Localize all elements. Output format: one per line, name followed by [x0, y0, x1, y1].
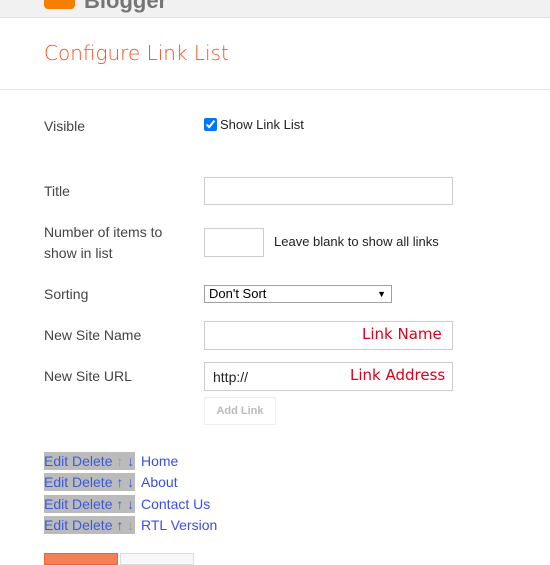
edit-link[interactable]: Edit: [44, 474, 68, 490]
add-link-button[interactable]: Add Link: [204, 397, 276, 425]
items-hint: Leave blank to show all links: [274, 234, 439, 249]
visible-checkbox[interactable]: [204, 118, 217, 131]
link-actions: Edit Delete ↑ ↓: [44, 515, 136, 534]
move-down-icon[interactable]: ↓: [127, 496, 134, 512]
move-up-icon[interactable]: ↑: [116, 517, 123, 533]
move-up-icon[interactable]: ↑: [116, 474, 123, 490]
divider: [0, 89, 550, 90]
link-list-item: Edit Delete ↑ ↓ Contact Us: [44, 494, 210, 513]
title-input[interactable]: [204, 177, 453, 205]
link-list-item: Edit Delete ↑ ↓ Home: [44, 452, 178, 470]
move-down-icon: ↓: [127, 516, 135, 533]
delete-link[interactable]: Delete: [72, 517, 112, 533]
visible-checkbox-label: Show Link List: [220, 117, 304, 132]
items-label: Number of items to show in list: [44, 222, 162, 264]
items-label-line1: Number of items to: [44, 224, 163, 240]
link-name[interactable]: RTL Version: [141, 516, 217, 534]
title-label: Title: [44, 183, 70, 199]
move-down-icon[interactable]: ↓: [127, 474, 134, 490]
move-up-icon: ↑: [116, 453, 124, 469]
move-down-icon[interactable]: ↓: [127, 453, 134, 469]
site-name-annotation: Link Name: [362, 325, 442, 343]
edit-link[interactable]: Edit: [44, 453, 68, 469]
site-url-annotation: Link Address: [350, 366, 446, 384]
visible-label: Visible: [44, 118, 85, 134]
sorting-label: Sorting: [44, 286, 89, 302]
sorting-select[interactable]: Don't Sort ▼: [204, 285, 392, 303]
items-input[interactable]: [204, 228, 264, 257]
link-actions: Edit Delete ↑ ↓: [44, 452, 136, 470]
link-list-item: Edit Delete ↑ ↓ About: [44, 473, 178, 492]
visible-checkbox-wrap[interactable]: Show Link List: [204, 117, 304, 132]
dropdown-arrow-icon: ▼: [377, 289, 386, 299]
delete-link[interactable]: Delete: [72, 474, 112, 490]
items-label-line2: show in list: [44, 245, 113, 261]
edit-link[interactable]: Edit: [44, 496, 68, 512]
delete-link[interactable]: Delete: [72, 453, 112, 469]
site-name-label: New Site Name: [44, 327, 142, 343]
sorting-value: Don't Sort: [209, 286, 267, 301]
top-bar: Blogger: [0, 0, 550, 18]
save-button[interactable]: [44, 553, 118, 565]
link-actions: Edit Delete ↑ ↓: [44, 473, 136, 492]
link-name[interactable]: Home: [141, 452, 178, 470]
link-actions: Edit Delete ↑ ↓: [44, 494, 136, 513]
link-name[interactable]: About: [141, 473, 178, 491]
page-title: Configure Link List: [44, 41, 229, 65]
site-url-label: New Site URL: [44, 368, 132, 384]
link-name[interactable]: Contact Us: [141, 495, 210, 513]
blogger-logo-icon: [44, 0, 75, 9]
delete-link[interactable]: Delete: [72, 496, 112, 512]
cancel-button[interactable]: [120, 553, 194, 565]
link-list-item: Edit Delete ↑ ↓ RTL Version: [44, 515, 217, 534]
edit-link[interactable]: Edit: [44, 517, 68, 533]
move-up-icon[interactable]: ↑: [116, 496, 123, 512]
logo-text: Blogger: [84, 0, 168, 13]
